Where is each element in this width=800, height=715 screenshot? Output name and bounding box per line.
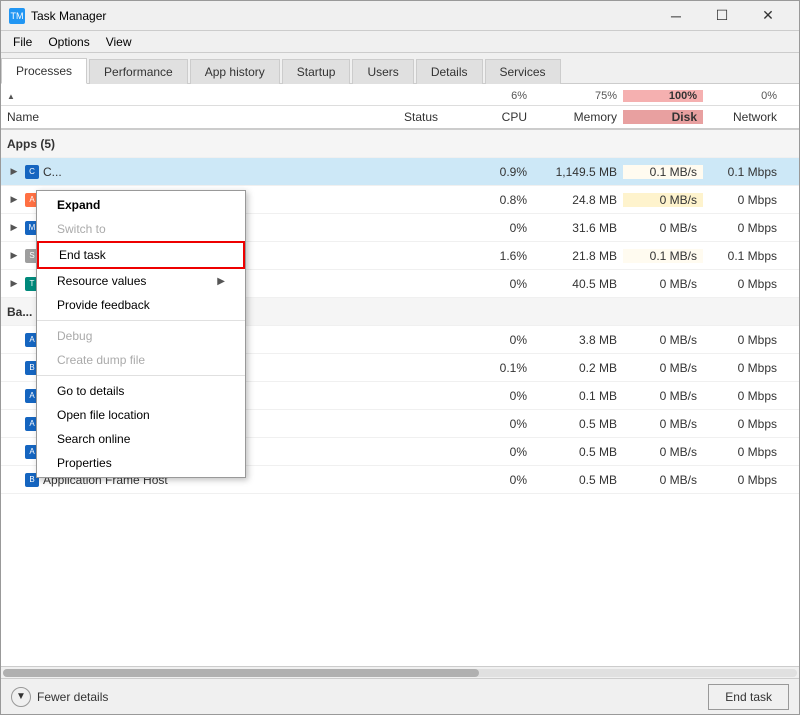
- tab-users[interactable]: Users: [352, 59, 413, 84]
- process-row-1[interactable]: ▶ C C... 0.9% 1,149.5 MB 0.1 MB/s 0.1 Mb…: [1, 158, 799, 186]
- expand-arrow-5[interactable]: ▶: [7, 277, 21, 291]
- fewer-details-label: Fewer details: [37, 690, 108, 704]
- memory-sort-pct: 75%: [533, 90, 623, 102]
- proc-mem-2: 24.8 MB: [533, 193, 623, 207]
- window-controls: ─ ☐ ✕: [653, 1, 791, 31]
- process-table-body: Apps (5) ▶ C C... 0.9% 1,149.5 MB: [1, 130, 799, 666]
- ctx-create-dump[interactable]: Create dump file: [37, 348, 245, 372]
- header-memory[interactable]: Memory: [533, 110, 623, 124]
- proc-net-2: 0 Mbps: [703, 193, 783, 207]
- proc-disk-2: 0 MB/s: [623, 193, 703, 207]
- ctx-switch-to[interactable]: Switch to: [37, 217, 245, 241]
- ctx-end-task[interactable]: End task: [37, 241, 245, 269]
- tab-app-history[interactable]: App history: [190, 59, 280, 84]
- expand-arrow-1[interactable]: ▶: [7, 165, 21, 179]
- proc-mem-4: 21.8 MB: [533, 249, 623, 263]
- ctx-provide-feedback[interactable]: Provide feedback: [37, 293, 245, 317]
- ctx-properties[interactable]: Properties: [37, 451, 245, 475]
- header-name[interactable]: Name: [1, 110, 398, 124]
- title-bar: TM Task Manager ─ ☐ ✕: [1, 1, 799, 31]
- ctx-debug[interactable]: Debug: [37, 324, 245, 348]
- proc-cpu-2: 0.8%: [478, 193, 533, 207]
- menu-bar: File Options View: [1, 31, 799, 53]
- expand-arrow-3[interactable]: ▶: [7, 221, 21, 235]
- header-disk[interactable]: Disk: [623, 110, 703, 124]
- proc-net-5: 0 Mbps: [703, 277, 783, 291]
- tab-processes[interactable]: Processes: [1, 58, 87, 84]
- h-scroll-thumb[interactable]: [3, 669, 479, 677]
- proc-disk-5: 0 MB/s: [623, 277, 703, 291]
- maximize-button[interactable]: ☐: [699, 1, 745, 31]
- proc-cpu-3: 0%: [478, 221, 533, 235]
- ctx-expand[interactable]: Expand: [37, 193, 245, 217]
- ctx-open-file-location[interactable]: Open file location: [37, 403, 245, 427]
- submenu-arrow: ▶: [217, 276, 225, 287]
- bottom-bar: ▼ Fewer details End task: [1, 678, 799, 714]
- proc-disk-3: 0 MB/s: [623, 221, 703, 235]
- horizontal-scrollbar[interactable]: [1, 666, 799, 678]
- background-section-text: Ba...: [7, 305, 32, 319]
- expand-arrow-2[interactable]: ▶: [7, 193, 21, 207]
- proc-net-3: 0 Mbps: [703, 221, 783, 235]
- context-menu: Expand Switch to End task Resource value…: [36, 190, 246, 478]
- cpu-sort-pct: 6%: [478, 90, 533, 102]
- apps-section-text: Apps (5): [7, 137, 55, 151]
- task-manager-window: TM Task Manager ─ ☐ ✕ File Options View …: [0, 0, 800, 715]
- proc-mem-3: 31.6 MB: [533, 221, 623, 235]
- close-button[interactable]: ✕: [745, 1, 791, 31]
- minimize-button[interactable]: ─: [653, 1, 699, 31]
- header-cpu[interactable]: CPU: [478, 110, 533, 124]
- proc-mem-1: 1,149.5 MB: [533, 165, 623, 179]
- menu-options[interactable]: Options: [40, 33, 97, 51]
- end-task-button[interactable]: End task: [708, 684, 789, 710]
- ctx-sep-2: [37, 375, 245, 376]
- fewer-details-button[interactable]: ▼ Fewer details: [11, 687, 108, 707]
- ctx-sep-1: [37, 320, 245, 321]
- tab-details[interactable]: Details: [416, 59, 483, 84]
- sort-up-arrow: ▲: [1, 90, 478, 102]
- h-scroll-track[interactable]: [3, 669, 797, 677]
- network-sort-pct: 0%: [703, 90, 783, 102]
- header-status[interactable]: Status: [398, 110, 478, 124]
- ctx-search-online[interactable]: Search online: [37, 427, 245, 451]
- proc-net-4: 0.1 Mbps: [703, 249, 783, 263]
- disk-sort-pct: 100%: [623, 90, 703, 102]
- sort-indicator-row: ▲ 6% 75% 100% 0%: [1, 84, 799, 106]
- proc-name-1: ▶ C C...: [1, 165, 398, 179]
- menu-view[interactable]: View: [98, 33, 140, 51]
- proc-disk-4: 0.1 MB/s: [623, 249, 703, 263]
- ctx-resource-values[interactable]: Resource values ▶: [37, 269, 245, 293]
- proc-cpu-1: 0.9%: [478, 165, 533, 179]
- proc-mem-5: 40.5 MB: [533, 277, 623, 291]
- tab-services[interactable]: Services: [485, 59, 561, 84]
- menu-file[interactable]: File: [5, 33, 40, 51]
- header-network[interactable]: Network: [703, 110, 783, 124]
- expand-arrow-4[interactable]: ▶: [7, 249, 21, 263]
- section-apps: Apps (5): [1, 130, 799, 158]
- apps-section-label: Apps (5): [1, 137, 398, 151]
- content-area: ▲ 6% 75% 100% 0% Name Status CPU Memory …: [1, 84, 799, 678]
- tabs-bar: Processes Performance App history Startu…: [1, 53, 799, 84]
- fewer-details-icon: ▼: [11, 687, 31, 707]
- proc-net-1: 0.1 Mbps: [703, 165, 783, 179]
- app-icon: TM: [9, 8, 25, 24]
- proc-disk-1: 0.1 MB/s: [623, 165, 703, 179]
- proc-cpu-5: 0%: [478, 277, 533, 291]
- tab-performance[interactable]: Performance: [89, 59, 188, 84]
- tab-startup[interactable]: Startup: [282, 59, 351, 84]
- ctx-go-to-details[interactable]: Go to details: [37, 379, 245, 403]
- proc-cpu-4: 1.6%: [478, 249, 533, 263]
- app-icon-1: C: [25, 165, 39, 179]
- table-header: Name Status CPU Memory Disk Network: [1, 106, 799, 130]
- window-title: Task Manager: [31, 9, 653, 23]
